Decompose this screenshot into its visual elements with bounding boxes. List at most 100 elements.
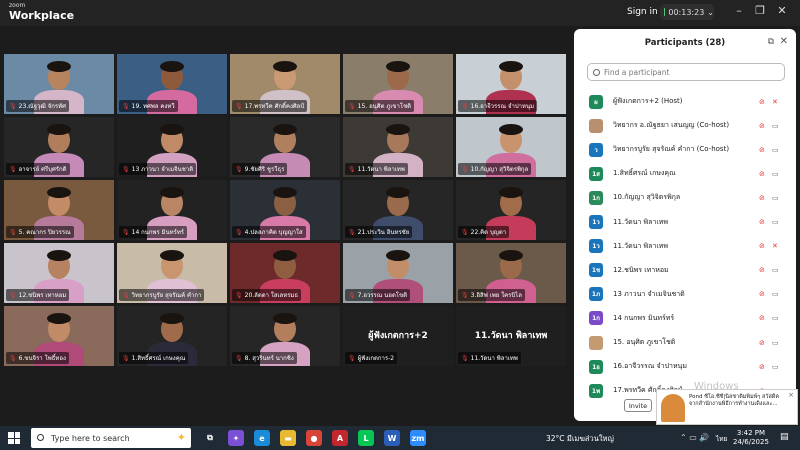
- participant-row[interactable]: 1ว 11.วัดนา พิลาเทพ ⊘ ▭: [574, 210, 796, 235]
- mic-icon[interactable]: ▭: [772, 170, 779, 178]
- video-tile[interactable]: 🎙 5. คณากร ปิยวรรณ: [4, 180, 114, 240]
- popout-icon[interactable]: ⧉: [768, 37, 774, 47]
- video-off-icon[interactable]: ⊘: [759, 339, 765, 347]
- file-explorer-icon[interactable]: ▬: [280, 430, 296, 446]
- video-off-icon[interactable]: ⊘: [759, 98, 765, 106]
- video-tile[interactable]: 🎙 22.คิด บุญตา: [456, 180, 566, 240]
- close-icon[interactable]: ✕: [773, 4, 791, 17]
- chrome-icon[interactable]: ●: [306, 430, 322, 446]
- video-tile[interactable]: 🎙 13 ภาวนา จำเมจินชาติ: [117, 117, 227, 177]
- video-off-icon[interactable]: ⊘: [759, 218, 765, 226]
- video-tile[interactable]: 🎙 12.ชนิพร เทาหอม: [4, 243, 114, 303]
- line-icon[interactable]: L: [358, 430, 374, 446]
- video-tile[interactable]: 🎙 20.ลัดดา ใสเลหรมธ: [230, 243, 340, 303]
- participant-hair: [386, 124, 410, 135]
- tile-name-label: 🎙 13 ภาวนา จำเมจินชาติ: [119, 163, 197, 175]
- mic-icon[interactable]: ▭: [772, 194, 779, 202]
- mic-icon[interactable]: ▭: [772, 146, 779, 154]
- participant-row[interactable]: 1ว 11.วัดนา พิลาเทพ ⊘ ✕: [574, 234, 796, 259]
- participant-row[interactable]: 1ก 14 กนกพร มินทร์ทร์ ⊘ ▭: [574, 306, 796, 331]
- video-tile[interactable]: 🎙 8. สุวรินทร์ นากชิง: [230, 306, 340, 366]
- language-indicator[interactable]: ไทย: [716, 434, 727, 444]
- video-tile[interactable]: ผู้ฟังเกตการ+2 🎙 ผู้ฟังเกตการ-2: [343, 306, 453, 366]
- video-tile[interactable]: 🎙 7.อวรรณ นอดโขติ: [343, 243, 453, 303]
- mic-muted-icon[interactable]: ✕: [772, 98, 778, 106]
- notification-center-icon[interactable]: ▤: [780, 432, 789, 442]
- video-tile[interactable]: 🎙 9.ชัยศิริ ชูรวีธุร: [230, 117, 340, 177]
- participant-row[interactable]: 1ก 10.กัญญา สุวิจิตรพิกุล ⊘ ▭: [574, 185, 796, 210]
- video-tile[interactable]: 11.วัดนา พิลาเทพ 🎙 11.วัดนา พิลาเทพ: [456, 306, 566, 366]
- participant-hair: [160, 313, 184, 324]
- video-tile[interactable]: 🎙 16.อาจีวรรณ จำปาหนุม: [456, 54, 566, 114]
- participant-row[interactable]: 1อ 16.อาจีวรรณ จำปาหนุม ⊘ ▭: [574, 354, 796, 379]
- video-tile[interactable]: 🎙 วิทยากรบูรัย สุจรัณค์ คำกา: [117, 243, 227, 303]
- video-tile[interactable]: 🎙 10.กัญญา สุวิจิตรพิกุล: [456, 117, 566, 177]
- participant-row[interactable]: 1ภ 13 ภาวนา จำเมจินชาติ ⊘ ▭: [574, 282, 796, 307]
- mic-icon[interactable]: ▭: [772, 266, 779, 274]
- video-tile[interactable]: 🎙 19. ทศพล คงทวี: [117, 54, 227, 114]
- participant-search-input[interactable]: Find a participant: [587, 63, 785, 81]
- copilot-icon[interactable]: ✦: [228, 430, 244, 446]
- video-off-icon[interactable]: ⊘: [759, 170, 765, 178]
- video-off-icon[interactable]: ⊘: [759, 242, 765, 250]
- participant-row[interactable]: วิทยากร อ.ณัฐธยา เสนญญ (Co-host) ⊘ ▭: [574, 113, 796, 138]
- meeting-timer[interactable]: 00:13:23 ⌄: [660, 4, 714, 20]
- zoom-icon[interactable]: zm: [410, 430, 426, 446]
- video-off-icon[interactable]: ⊘: [759, 194, 765, 202]
- video-tile[interactable]: 🎙 17.พรทวีค ศักดิ์คงศิลป์: [230, 54, 340, 114]
- weather-widget[interactable]: 32°C มีเมฆส่วนใหญ่: [546, 433, 614, 445]
- video-tile[interactable]: 🎙 23.ณัฐวุฒิ จักรทัศ: [4, 54, 114, 114]
- participant-row[interactable]: 1ช 12.ชนิพร เทาหอม ⊘ ▭: [574, 258, 796, 283]
- video-tile[interactable]: 🎙 1.สิทธิ์ศรณ์ เกษงคุณ: [117, 306, 227, 366]
- mic-icon[interactable]: ▭: [772, 363, 779, 371]
- video-off-icon[interactable]: ⊘: [759, 146, 765, 154]
- video-tile[interactable]: 🎙 6.ขนจิรา โพธิ์ทอง: [4, 306, 114, 366]
- mic-icon[interactable]: ▭: [772, 290, 779, 298]
- participant-list[interactable]: ผ ผู้ฟังเกตการ+2 (Host) ⊘ ✕ วิทยากร อ.ณัฐธยา…: [574, 89, 796, 399]
- tile-name-text: 13 ภาวนา จำเมจินชาติ: [131, 166, 194, 173]
- participant-row[interactable]: ว วิทยากรบูรัย สุจรัณค์ คำกา (Co-host) ⊘ ▭: [574, 137, 796, 162]
- mic-muted-icon: 🎙: [122, 355, 130, 362]
- video-tile[interactable]: 🎙 3.อิสิฟ เพย ใครบิไล: [456, 243, 566, 303]
- mic-muted-icon[interactable]: ✕: [772, 242, 778, 250]
- mic-icon[interactable]: ▭: [772, 339, 779, 347]
- participant-row[interactable]: 1ส 1.สิทธิ์ศรณ์ เกษงคุณ ⊘ ▭: [574, 161, 796, 186]
- windows-taskbar: Type here to search ✦ ⧉ ✦ e ▬ ● A L Wzm 32°C มี…: [0, 426, 800, 450]
- edge-icon[interactable]: e: [254, 430, 270, 446]
- invite-button[interactable]: Invite: [624, 399, 652, 412]
- video-off-icon[interactable]: ⊘: [759, 363, 765, 371]
- word-icon[interactable]: W: [384, 430, 400, 446]
- video-off-icon[interactable]: ⊘: [759, 290, 765, 298]
- close-icon[interactable]: ✕: [780, 36, 788, 47]
- video-tile[interactable]: 🎙 4.ปลลภาคิด บุญญาใส: [230, 180, 340, 240]
- minimize-icon[interactable]: –: [730, 4, 748, 17]
- close-icon[interactable]: ×: [788, 391, 794, 399]
- tile-name-label: 🎙 วิทยากรบูรัย สุจรัณค์ คำกา: [119, 289, 205, 301]
- video-tile[interactable]: 🎙 14 กนกพร มินทร์ทร์: [117, 180, 227, 240]
- participant-name: 1.สิทธิ์ศรณ์ เกษงคุณ: [613, 169, 676, 178]
- taskbar-search-input[interactable]: Type here to search ✦: [31, 428, 191, 448]
- video-off-icon[interactable]: ⊘: [759, 314, 765, 322]
- avatar: 1ว: [589, 215, 603, 229]
- participant-row[interactable]: 15. อนุศิต ภูเขาโชติ ⊘ ▭: [574, 330, 796, 355]
- mic-muted-icon: 🎙: [461, 229, 469, 236]
- mic-icon[interactable]: ▭: [772, 218, 779, 226]
- video-off-icon[interactable]: ⊘: [759, 122, 765, 130]
- acrobat-icon[interactable]: A: [332, 430, 348, 446]
- mic-icon[interactable]: ▭: [772, 122, 779, 130]
- system-tray-icons[interactable]: ⌃ ▭ 🔊: [680, 433, 709, 442]
- windows-start-icon[interactable]: [8, 432, 20, 444]
- title-bar: zoom Workplace Sign in 00:13:23 ⌄ – ❐ ✕: [0, 0, 800, 26]
- restore-icon[interactable]: ❐: [751, 4, 769, 17]
- participant-row[interactable]: ผ ผู้ฟังเกตการ+2 (Host) ⊘ ✕: [574, 89, 796, 114]
- video-tile[interactable]: 🎙 15. อนุศิต ภูเขาโชติ: [343, 54, 453, 114]
- video-tile[interactable]: 🎙 อาจารย์ ศรีบุศรักดิ: [4, 117, 114, 177]
- task-view-icon[interactable]: ⧉: [202, 430, 218, 446]
- chat-notification[interactable]: Pond ซีโอ.ซีซี|นิลชาติมพิมพ์ๆ สวัสดีค จา…: [656, 389, 798, 425]
- video-tile[interactable]: 🎙 11.วัดนา พิลาเทพ: [343, 117, 453, 177]
- clock[interactable]: 3:42 PM 24/6/2025: [733, 429, 769, 447]
- video-off-icon[interactable]: ⊘: [759, 266, 765, 274]
- mic-icon[interactable]: ▭: [772, 314, 779, 322]
- sign-in-button[interactable]: Sign in: [621, 5, 664, 19]
- video-tile[interactable]: 🎙 21.ประวิน อินทรชัย: [343, 180, 453, 240]
